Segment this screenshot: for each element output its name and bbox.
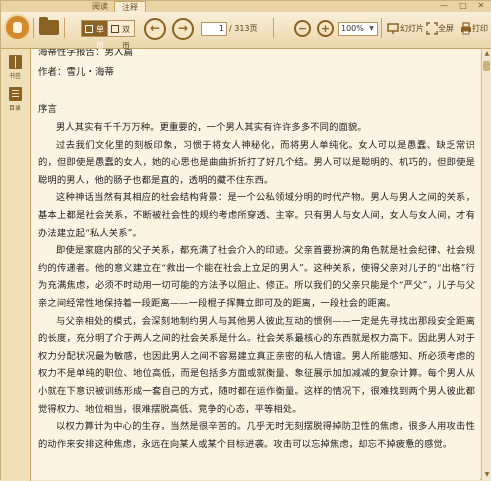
page-number-input[interactable]: 1 bbox=[201, 22, 227, 36]
paragraph: 与父亲相处的模式，会深刻地制约男人与其他男人彼此互动的惯例——一定是先寻找出那段… bbox=[38, 315, 475, 415]
double-page-label: 双页 bbox=[122, 25, 130, 51]
next-page-button[interactable]: → bbox=[172, 18, 194, 40]
scrollbar-thumb[interactable] bbox=[483, 61, 490, 71]
print-button[interactable]: 打印 bbox=[472, 22, 488, 36]
arrow-left-icon: ← bbox=[149, 21, 161, 35]
arrow-right-icon: → bbox=[177, 21, 189, 35]
zoom-in-icon[interactable]: + bbox=[317, 20, 334, 37]
fullscreen-icon bbox=[426, 22, 438, 35]
sidebar-item-toc[interactable]: 目录 bbox=[3, 87, 27, 112]
paragraph: 以权力算计为中心的生存，当然是很辛苦的。几乎无时无刻摆脱得掉防卫性的焦虑，很多人… bbox=[38, 421, 475, 450]
zoom-select[interactable]: 100% ▼ bbox=[338, 22, 378, 36]
paragraph: 这种神话当然有其相应的社会结构背景：是一个公私领域分明的时代产物。男人与男人之间… bbox=[38, 192, 475, 239]
previous-page-button[interactable]: ← bbox=[144, 18, 166, 40]
toolbar-divider bbox=[381, 18, 382, 38]
minimize-icon[interactable]: — bbox=[435, 1, 453, 11]
tab-read[interactable]: 阅读 bbox=[85, 1, 115, 12]
close-icon[interactable]: ✕ bbox=[472, 1, 490, 11]
paragraph: 即使是家庭内部的父子关系，都充满了社会介入的印迹。父亲首要扮演的角色就是社会纪律… bbox=[38, 245, 475, 309]
slideshow-button[interactable]: 幻灯片 bbox=[400, 22, 424, 36]
document-title: 海蒂性学报告：男人篇 bbox=[38, 49, 134, 58]
single-page-label: 单页 bbox=[96, 25, 104, 51]
toolbar-divider bbox=[33, 18, 34, 38]
paragraphs: 男人其实有千千万万种。更重要的，一个男人其实有许许多多不同的面貌。 过去我们文化… bbox=[38, 119, 475, 453]
paragraph: 过去我们文化里的刻板印象，习惯于将女人神秘化，而将男人单纯化。女人可以是愚蠢、缺… bbox=[38, 139, 475, 186]
toolbar-divider bbox=[273, 18, 274, 38]
sidebar-item-bookmarks[interactable]: 书签 bbox=[3, 55, 27, 80]
section-heading: 序言 bbox=[38, 104, 58, 115]
sidebar-item-label: 书签 bbox=[8, 73, 21, 80]
bookmark-icon bbox=[8, 55, 22, 69]
document-view[interactable]: 海蒂性学报告：男人篇 作者：雪儿・海蒂 序言 男人其实有千千万万种。更重要的，一… bbox=[31, 49, 480, 480]
double-page-button[interactable]: 双页 bbox=[107, 20, 135, 51]
scroll-down-icon[interactable]: ▼ bbox=[483, 471, 491, 479]
single-page-icon bbox=[85, 25, 93, 33]
sidebar-item-label: 目录 bbox=[8, 105, 21, 112]
chevron-down-icon: ▼ bbox=[369, 25, 374, 32]
single-page-button[interactable]: 单页 bbox=[81, 20, 108, 51]
sidebar: 书签 目录 bbox=[1, 49, 31, 481]
document-author: 作者：雪儿・海蒂 bbox=[38, 67, 115, 78]
reader-window: 阅读 注释 — □ ✕ 单页 双页 ← → 1 / 313页 − + 100% … bbox=[0, 0, 491, 481]
tab-bar: 阅读 注释 — □ ✕ bbox=[1, 1, 491, 12]
open-folder-icon[interactable] bbox=[39, 17, 59, 35]
vertical-scrollbar[interactable]: ▲ ▼ bbox=[481, 49, 491, 480]
toc-icon bbox=[8, 87, 22, 101]
scroll-up-icon[interactable]: ▲ bbox=[483, 50, 491, 58]
toolbar: 单页 双页 ← → 1 / 313页 − + 100% ▼ 幻灯片 全屏 打印 bbox=[1, 12, 491, 51]
maximize-icon[interactable]: □ bbox=[454, 1, 472, 11]
zoom-out-icon[interactable]: − bbox=[294, 20, 311, 37]
app-logo-icon bbox=[4, 14, 31, 41]
toolbar-divider bbox=[64, 18, 65, 38]
paragraph: 男人其实有千千万万种。更重要的，一个男人其实有许许多多不同的面貌。 bbox=[56, 122, 367, 133]
print-icon bbox=[461, 22, 471, 35]
tab-annotate[interactable]: 注释 bbox=[114, 1, 146, 12]
slideshow-icon bbox=[387, 23, 399, 34]
double-page-icon bbox=[111, 25, 119, 33]
fullscreen-button[interactable]: 全屏 bbox=[438, 22, 454, 36]
zoom-value: 100% bbox=[341, 24, 364, 33]
page-total: / 313页 bbox=[229, 24, 258, 33]
